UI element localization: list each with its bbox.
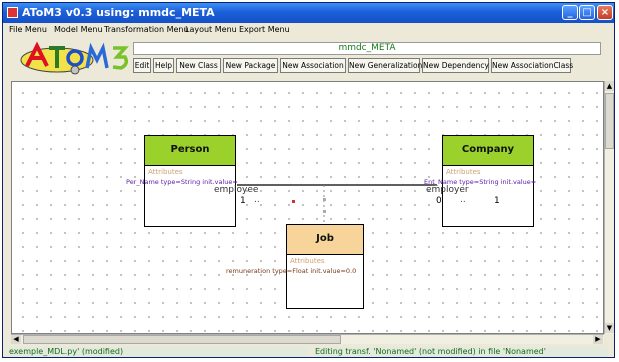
menu-transformation[interactable]: Transformation Menu [104, 25, 189, 34]
role-employer: employer [426, 185, 469, 195]
scroll-left-arrow-icon[interactable]: ◀ [11, 335, 21, 344]
close-button[interactable]: × [597, 5, 613, 20]
status-file: exemple_MDL.py' (modified) [9, 347, 309, 357]
left-multiplicity-mark: .. [254, 195, 260, 205]
status-transformation: Editing transf. 'Nonamed' (not modified)… [315, 347, 607, 357]
class-job-attributes-label: Attributes [290, 257, 325, 265]
class-job-name: Job [287, 225, 363, 255]
new-package-button[interactable]: New Package [223, 58, 278, 73]
connector-handle[interactable] [292, 200, 295, 203]
scroll-down-arrow-icon[interactable]: ▼ [605, 323, 614, 333]
connector-handle[interactable] [323, 198, 326, 201]
toolbar: mmdc_META Edit Help New Class New Packag… [3, 37, 614, 77]
menu-model[interactable]: Model Menu [54, 25, 103, 34]
menu-export[interactable]: Export Menu [239, 25, 290, 34]
diagram-canvas[interactable]: Person Attributes Company Attributes Job… [11, 81, 604, 334]
maximize-button[interactable]: □ [579, 5, 595, 20]
class-company-attributes-label: Attributes [446, 168, 481, 176]
new-association-button[interactable]: New Association [280, 58, 346, 73]
class-person-name: Person [145, 136, 235, 166]
model-name-field: mmdc_META [133, 42, 601, 55]
role-employee: employee [214, 185, 259, 195]
title-bar[interactable]: AToM3 v0.3 using: mmdc_META _ □ × [3, 3, 614, 23]
scroll-right-arrow-icon[interactable]: ▶ [593, 335, 603, 344]
job-attribute: remuneration type=Float init.value=0.0 [226, 267, 357, 275]
menu-file[interactable]: File Menu [9, 25, 47, 34]
class-company-name: Company [443, 136, 533, 166]
horizontal-scroll-thumb[interactable] [23, 335, 341, 344]
new-class-button[interactable]: New Class [176, 58, 221, 73]
right-multiplicity-mark: .. [460, 195, 466, 205]
left-multiplicity: 1 [240, 196, 246, 206]
class-person-attributes-label: Attributes [148, 168, 183, 176]
vertical-scrollbar[interactable]: ▲ ▼ [604, 81, 614, 334]
connector-handle[interactable] [323, 210, 326, 213]
horizontal-scrollbar[interactable]: ◀ ▶ [11, 334, 604, 344]
app-icon [7, 7, 18, 18]
scroll-up-arrow-icon[interactable]: ▲ [605, 81, 614, 91]
window-title: AToM3 v0.3 using: mmdc_META [22, 6, 215, 19]
new-generalization-button[interactable]: New Generalization [348, 58, 422, 73]
help-button[interactable]: Help [153, 58, 174, 73]
app-window: AToM3 v0.3 using: mmdc_META _ □ × File M… [2, 2, 615, 358]
edit-button[interactable]: Edit [133, 58, 151, 73]
menu-layout[interactable]: Layout Menu [185, 25, 237, 34]
right-multiplicity-min: 0 [436, 196, 442, 206]
right-multiplicity-max: 1 [494, 196, 500, 206]
vertical-scroll-thumb[interactable] [605, 93, 614, 149]
minimize-button[interactable]: _ [562, 5, 578, 20]
atom3-logo [17, 40, 139, 76]
status-bar: exemple_MDL.py' (modified) Editing trans… [3, 345, 614, 357]
menu-bar: File Menu Model Menu Transformation Menu… [3, 23, 614, 37]
new-associationclass-button[interactable]: New AssociationClass [491, 58, 573, 73]
new-dependency-button[interactable]: New Dependency [422, 58, 489, 73]
